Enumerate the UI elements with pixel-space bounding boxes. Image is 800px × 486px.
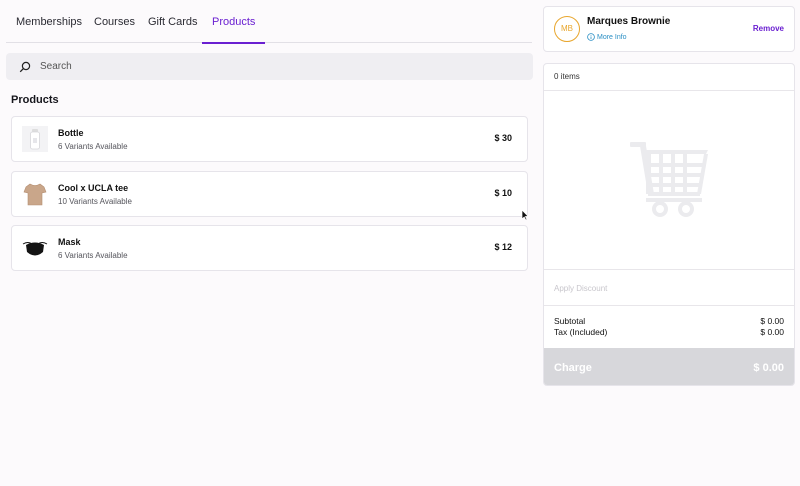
tab-courses[interactable]: Courses (94, 0, 135, 43)
product-variants: 6 Variants Available (58, 251, 128, 260)
subtotal-label: Subtotal (554, 316, 586, 326)
subtotal-value: $ 0.00 (760, 316, 784, 326)
product-variants: 10 Variants Available (58, 197, 132, 206)
divider (544, 305, 794, 306)
product-variants: 6 Variants Available (58, 142, 128, 151)
tab-memberships[interactable]: Memberships (16, 0, 82, 43)
product-name: Mask (58, 237, 81, 247)
tab-gift-cards[interactable]: Gift Cards (148, 0, 198, 43)
bottle-icon (22, 126, 48, 152)
section-title: Products (11, 94, 59, 106)
tax-value: $ 0.00 (760, 327, 784, 337)
product-price: $ 30 (494, 133, 512, 143)
product-name: Cool x UCLA tee (58, 183, 129, 193)
category-tabs: Memberships Courses Gift Cards Products (6, 0, 532, 44)
subtotal-row: Subtotal $ 0.00 (554, 316, 784, 326)
product-card-bottle[interactable]: Bottle 6 Variants Available $ 30 (11, 116, 528, 162)
shopping-cart-icon (630, 142, 708, 217)
product-card-mask[interactable]: Mask 6 Variants Available $ 12 (11, 225, 528, 271)
mask-icon (22, 235, 48, 261)
cart-item-count: 0 items (554, 72, 580, 81)
divider (544, 269, 794, 270)
charge-amount: $ 0.00 (753, 361, 784, 374)
tax-row: Tax (Included) $ 0.00 (554, 327, 784, 337)
customer-name: Marques Brownie (587, 16, 671, 27)
info-icon (587, 33, 595, 41)
product-name: Bottle (58, 128, 84, 138)
charge-label: Charge (554, 361, 592, 374)
charge-button[interactable]: Charge $ 0.00 (544, 348, 794, 385)
cart-panel: 0 items Apply Discount Subtotal $ 0.00 T… (543, 63, 795, 386)
remove-customer-button[interactable]: Remove (753, 24, 784, 33)
divider (544, 90, 794, 91)
search-input[interactable] (40, 61, 520, 72)
product-price: $ 10 (494, 188, 512, 198)
tab-products[interactable]: Products (201, 0, 266, 44)
product-price: $ 12 (494, 242, 512, 252)
product-card-tee[interactable]: Cool x UCLA tee 10 Variants Available $ … (11, 171, 528, 217)
avatar: MB (554, 16, 580, 42)
more-info-label: More Info (597, 33, 627, 41)
search-bar (6, 53, 533, 80)
mouse-cursor-icon (521, 209, 529, 221)
apply-discount-button[interactable]: Apply Discount (554, 284, 607, 293)
search-icon (12, 53, 38, 80)
tshirt-icon (22, 181, 48, 207)
more-info-link[interactable]: More Info (587, 33, 627, 41)
tax-label: Tax (Included) (554, 327, 608, 337)
customer-card: MB Marques Brownie More Info Remove (543, 6, 795, 52)
